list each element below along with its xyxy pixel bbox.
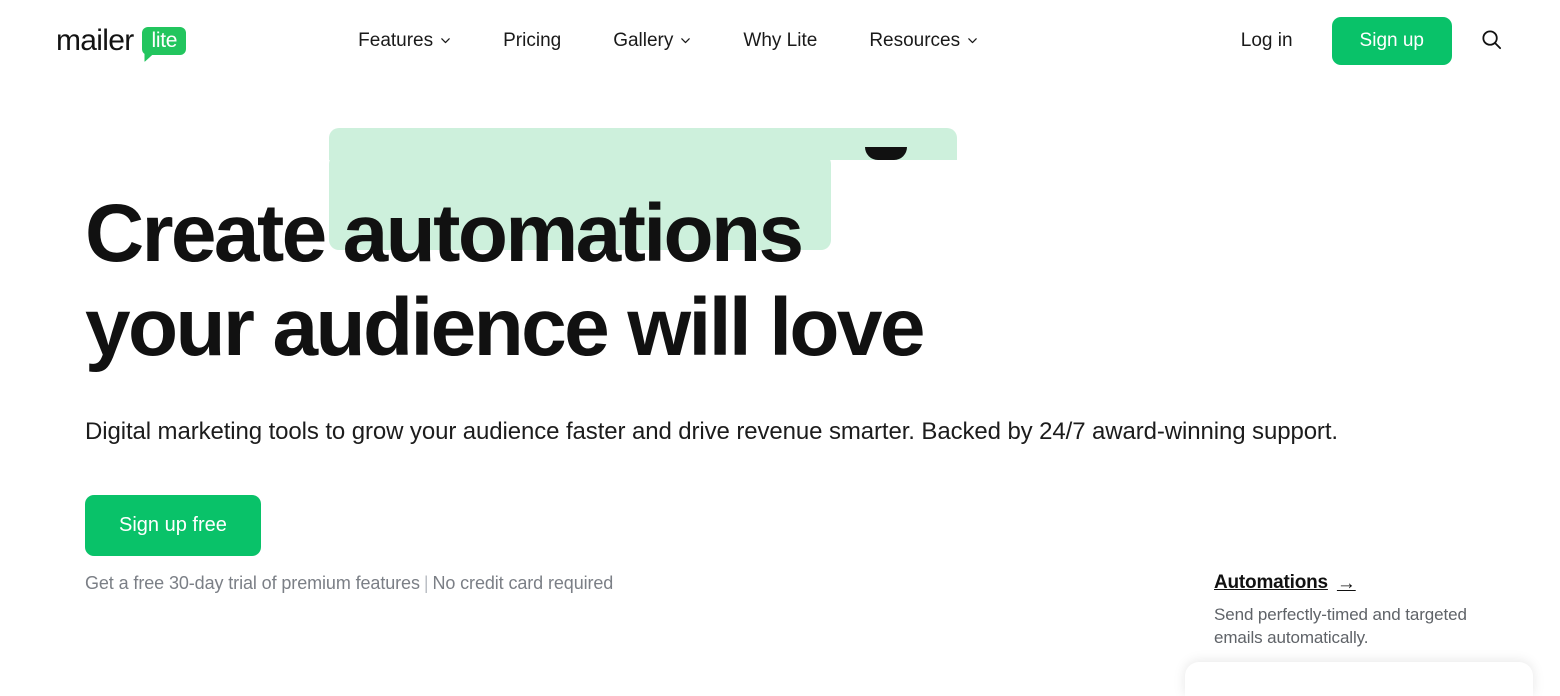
feature-card-title: Automations [1214,572,1328,593]
nav-label-resources: Resources [869,30,961,51]
outgoing-word-glyph-fragment [864,147,907,160]
nav-item-gallery[interactable]: Gallery [587,22,717,60]
primary-navigation: Features Pricing Gallery Why Lite Resour… [332,22,1004,60]
nav-item-why-lite[interactable]: Why Lite [717,22,843,60]
logo-wordmark: mailer [56,24,134,57]
feature-card-description: Send perfectly-timed and targeted emails… [1214,605,1467,647]
nav-item-resources[interactable]: Resources [843,22,1004,60]
nav-label-why-lite: Why Lite [743,30,818,51]
chevron-down-icon [440,35,451,46]
nav-item-pricing[interactable]: Pricing [477,22,587,60]
nav-label-features: Features [358,30,434,51]
chevron-down-icon [680,35,691,46]
feature-card-automations: Automations → Send perfectly-timed and t… [1214,572,1514,649]
nav-item-features[interactable]: Features [332,22,477,60]
header-actions: Log in Sign up [1231,17,1508,65]
page-title: Create automations your audience will lov… [85,128,1560,375]
hero-section: Create automations your audience will lov… [0,128,1560,594]
fineprint-trial-text: Get a free 30-day trial of premium featu… [85,573,420,593]
headline-static-prefix: Create [85,188,327,279]
chevron-down-icon [967,35,978,46]
hero-subheading: Digital marketing tools to grow your aud… [85,418,1338,445]
arrow-right-icon: → [1336,572,1356,594]
logo-badge-label: lite [151,29,178,52]
login-link[interactable]: Log in [1231,22,1303,60]
signup-button[interactable]: Sign up [1331,17,1452,65]
headline-rotating-word-wrap: automations [328,128,957,281]
nav-label-pricing: Pricing [503,30,562,51]
mailerlite-logo[interactable]: mailer lite [56,24,187,57]
signup-free-cta-button[interactable]: Sign up free [85,495,261,556]
search-icon [1480,28,1503,54]
fineprint-no-card-text: No credit card required [432,573,614,593]
fineprint-separator: | [423,573,429,593]
headline-line-2: your audience will love [85,282,926,373]
site-header: mailer lite Features Pricing Gallery Why… [0,0,1560,82]
headline-rotating-word: automations [342,188,804,279]
headline-line-1: Create automations [85,128,1560,281]
search-button[interactable] [1474,24,1508,58]
feature-card-link[interactable]: Automations → [1214,572,1514,594]
logo-lite-badge: lite [142,27,187,55]
nav-label-gallery: Gallery [613,30,674,51]
feature-card-edge [1185,662,1533,696]
